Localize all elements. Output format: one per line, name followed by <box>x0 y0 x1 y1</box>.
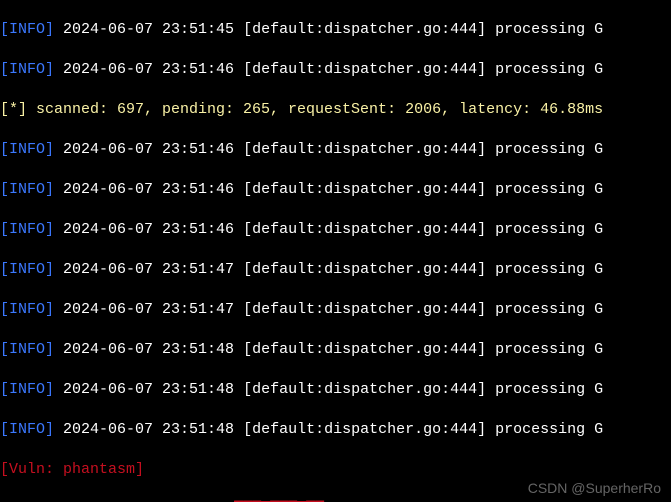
info-tag: [INFO] <box>0 21 54 38</box>
vuln-header: [Vuln: phantasm] <box>0 460 671 480</box>
message: processing G <box>495 141 603 158</box>
info-tag: [INFO] <box>0 181 54 198</box>
message: processing G <box>495 61 603 78</box>
log-line: [INFO] 2024-06-07 23:51:46 [default:disp… <box>0 140 671 160</box>
info-tag: [INFO] <box>0 221 54 238</box>
message: processing G <box>495 221 603 238</box>
source-ref: [default:dispatcher.go:444] <box>243 61 486 78</box>
log-line: [INFO] 2024-06-07 23:51:45 [default:disp… <box>0 20 671 40</box>
info-tag: [INFO] <box>0 141 54 158</box>
message: processing G <box>495 341 603 358</box>
log-line: [INFO] 2024-06-07 23:51:46 [default:disp… <box>0 60 671 80</box>
log-line: [INFO] 2024-06-07 23:51:46 [default:disp… <box>0 180 671 200</box>
info-tag: [INFO] <box>0 341 54 358</box>
log-line: [INFO] 2024-06-07 23:51:47 [default:disp… <box>0 260 671 280</box>
source-ref: [default:dispatcher.go:444] <box>243 301 486 318</box>
source-ref: [default:dispatcher.go:444] <box>243 21 486 38</box>
timestamp: 2024-06-07 23:51:46 <box>63 141 234 158</box>
log-line: [INFO] 2024-06-07 23:51:48 [default:disp… <box>0 420 671 440</box>
terminal-output: [INFO] 2024-06-07 23:51:45 [default:disp… <box>0 0 671 502</box>
source-ref: [default:dispatcher.go:444] <box>243 221 486 238</box>
timestamp: 2024-06-07 23:51:46 <box>63 61 234 78</box>
timestamp: 2024-06-07 23:51:46 <box>63 181 234 198</box>
timestamp: 2024-06-07 23:51:48 <box>63 381 234 398</box>
message: processing G <box>495 381 603 398</box>
timestamp: 2024-06-07 23:51:47 <box>63 261 234 278</box>
source-ref: [default:dispatcher.go:444] <box>243 421 486 438</box>
timestamp: 2024-06-07 23:51:47 <box>63 301 234 318</box>
info-tag: [INFO] <box>0 261 54 278</box>
status-line: [*] scanned: 697, pending: 265, requestS… <box>0 100 671 120</box>
log-line: [INFO] 2024-06-07 23:51:48 [default:disp… <box>0 340 671 360</box>
message: processing G <box>495 301 603 318</box>
source-ref: [default:dispatcher.go:444] <box>243 341 486 358</box>
watermark-text: CSDN @SuperherRo <box>528 480 661 496</box>
log-line: [INFO] 2024-06-07 23:51:46 [default:disp… <box>0 220 671 240</box>
message: processing G <box>495 181 603 198</box>
message: processing G <box>495 21 603 38</box>
log-line: [INFO] 2024-06-07 23:51:48 [default:disp… <box>0 380 671 400</box>
timestamp: 2024-06-07 23:51:48 <box>63 341 234 358</box>
source-ref: [default:dispatcher.go:444] <box>243 261 486 278</box>
info-tag: [INFO] <box>0 381 54 398</box>
source-ref: [default:dispatcher.go:444] <box>243 381 486 398</box>
source-ref: [default:dispatcher.go:444] <box>243 141 486 158</box>
info-tag: [INFO] <box>0 61 54 78</box>
source-ref: [default:dispatcher.go:444] <box>243 181 486 198</box>
timestamp: 2024-06-07 23:51:48 <box>63 421 234 438</box>
info-tag: [INFO] <box>0 301 54 318</box>
message: processing G <box>495 261 603 278</box>
timestamp: 2024-06-07 23:51:45 <box>63 21 234 38</box>
log-line: [INFO] 2024-06-07 23:51:47 [default:disp… <box>0 300 671 320</box>
message: processing G <box>495 421 603 438</box>
info-tag: [INFO] <box>0 421 54 438</box>
timestamp: 2024-06-07 23:51:46 <box>63 221 234 238</box>
